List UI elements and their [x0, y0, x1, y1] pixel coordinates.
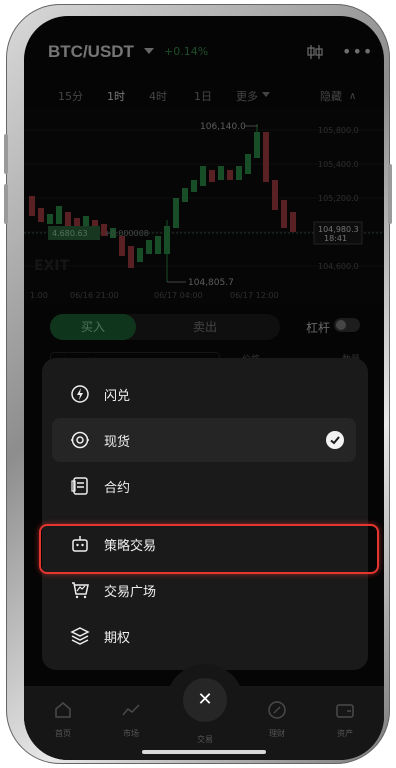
tab-label: 市场: [123, 729, 139, 738]
flash-swap-icon: [71, 385, 89, 403]
menu-item-label: 现货: [104, 435, 131, 450]
tab-earn[interactable]: 理财: [252, 700, 302, 739]
menu-item-label: 交易广场: [104, 585, 157, 600]
layers-icon: [70, 627, 90, 645]
bottom-tab-bar: 首页 市场 ✕ 交易 理财 资产: [24, 664, 384, 760]
tab-label: 理财: [269, 729, 285, 738]
side-button: [4, 134, 8, 174]
menu-item-label: 合约: [104, 481, 131, 496]
tab-label: 首页: [55, 729, 71, 738]
home-icon: [55, 702, 71, 718]
menu-item-label: 期权: [104, 631, 131, 646]
menu-item-spot[interactable]: 现货: [52, 418, 356, 462]
wallet-icon: [336, 704, 354, 718]
trade-type-menu: 闪兑 现货 合约 策略交易 交易广场 期权: [39, 358, 379, 670]
tab-assets[interactable]: 资产: [320, 700, 370, 739]
phone-frame: BTC/USDT +0.14% ••• 15分 1时 4时 1日 更多 隐藏 ∧: [4, 4, 392, 764]
menu-item-options[interactable]: 期权: [52, 614, 356, 658]
menu-item-trading-square[interactable]: 交易广场: [52, 568, 356, 612]
tab-label: 资产: [337, 729, 353, 738]
menu-item-contract[interactable]: 合约: [52, 464, 356, 508]
chart-cart-icon: [72, 582, 89, 599]
check-icon: [326, 431, 344, 449]
home-indicator[interactable]: [142, 750, 266, 754]
menu-item-label: 闪兑: [104, 389, 131, 404]
market-chart-icon: [122, 704, 140, 716]
app-screen: BTC/USDT +0.14% ••• 15分 1时 4时 1日 更多 隐藏 ∧: [24, 16, 384, 760]
menu-item-flash-swap[interactable]: 闪兑: [52, 372, 356, 416]
close-menu-button[interactable]: ✕: [183, 678, 227, 722]
tab-home[interactable]: 首页: [38, 700, 88, 739]
spot-icon: [71, 431, 89, 449]
close-icon: ✕: [197, 689, 213, 710]
tab-label-trade: 交易: [197, 735, 213, 744]
contract-icon: [71, 477, 88, 495]
side-button: [388, 164, 392, 224]
tab-market[interactable]: 市场: [106, 700, 156, 739]
highlight-outline: [39, 524, 379, 574]
side-button: [4, 184, 8, 224]
compass-icon: [268, 701, 286, 719]
